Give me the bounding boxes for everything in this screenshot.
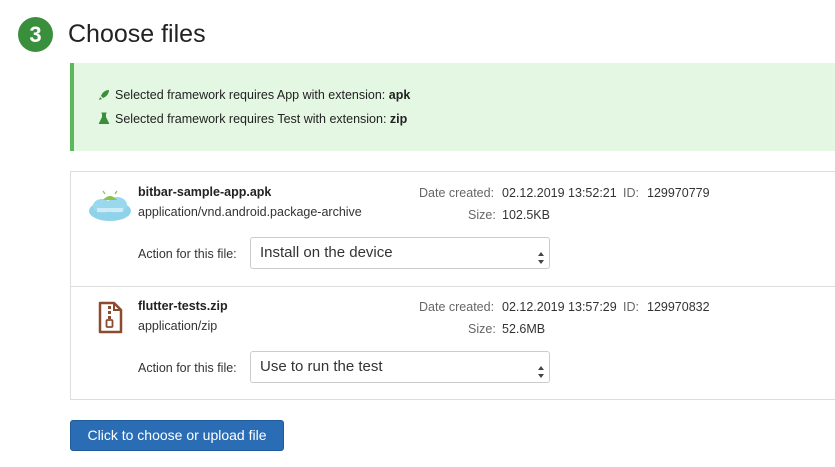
file-action-select[interactable]: Install on the device [250, 237, 550, 269]
zip-file-icon [98, 301, 123, 339]
file-mime-type: application/vnd.android.package-archive [138, 205, 362, 219]
app-requirement-text: Selected framework requires App with ext… [115, 88, 386, 102]
android-app-icon [88, 188, 132, 227]
choose-upload-file-button[interactable]: Click to choose or upload file [70, 420, 284, 451]
flask-icon [98, 112, 112, 129]
size-label: Size: [468, 208, 496, 222]
date-created-value: 02.12.2019 13:57:29 [502, 300, 617, 314]
file-mime-type: application/zip [138, 319, 218, 333]
action-label: Action for this file: [138, 247, 237, 261]
rocket-icon [98, 89, 112, 105]
id-label: ID: [623, 186, 639, 200]
id-value: 129970779 [647, 186, 710, 200]
page-title: Choose files [68, 20, 206, 48]
file-name: flutter-tests.zip [138, 299, 228, 313]
file-divider [71, 286, 835, 287]
uploaded-files-list: bitbar-sample-app.apk application/vnd.an… [70, 171, 835, 400]
id-value: 129970832 [647, 300, 710, 314]
app-extension: apk [388, 88, 411, 102]
framework-requirements-notice: Selected framework requires App with ext… [70, 63, 835, 151]
file-action-selected: Use to run the test [260, 358, 383, 375]
step-number-badge: 3 [18, 17, 53, 52]
file-action-selected: Install on the device [260, 244, 393, 261]
date-created-value: 02.12.2019 13:52:21 [502, 186, 617, 200]
file-action-select[interactable]: Use to run the test [250, 351, 550, 383]
size-value: 102.5KB [502, 208, 550, 222]
id-label: ID: [623, 300, 639, 314]
test-extension: zip [389, 112, 408, 126]
app-requirement-line: Selected framework requires App with ext… [98, 87, 410, 105]
date-created-label: Date created: [419, 300, 495, 314]
test-requirement-line: Selected framework requires Test with ex… [98, 111, 407, 129]
date-created-label: Date created: [419, 186, 495, 200]
size-label: Size: [468, 322, 496, 336]
size-value: 52.6MB [502, 322, 546, 336]
file-name: bitbar-sample-app.apk [138, 185, 272, 199]
select-arrows-icon [537, 360, 545, 378]
action-label: Action for this file: [138, 361, 237, 375]
test-requirement-text: Selected framework requires Test with ex… [115, 112, 387, 126]
select-arrows-icon [537, 246, 545, 264]
